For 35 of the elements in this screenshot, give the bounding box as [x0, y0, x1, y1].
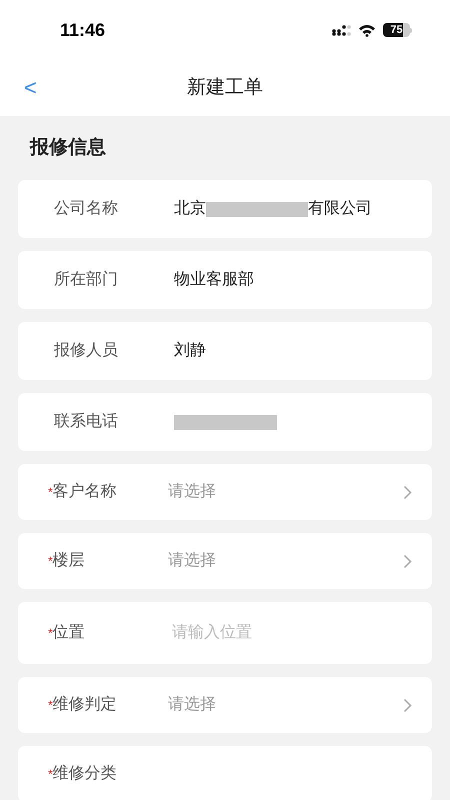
select-placeholder: 请选择 — [168, 694, 216, 715]
battery-level: 75 — [389, 23, 404, 37]
form-row[interactable]: *楼层 请选择 — [18, 533, 432, 589]
field-label: 联系电话 — [54, 412, 118, 432]
chevron-right-icon — [403, 484, 412, 500]
wifi-icon — [358, 24, 376, 36]
field-label: 所在部门 — [54, 270, 118, 290]
field-label: 公司名称 — [54, 199, 118, 219]
field-label: 维修判定 — [52, 694, 117, 715]
field-value: 刘静 — [174, 340, 206, 361]
field-value: 物业客服部 — [174, 270, 254, 290]
required-asterisk: * — [48, 699, 53, 711]
status-time: 11:46 — [60, 18, 106, 42]
required-asterisk: * — [48, 486, 53, 498]
form-row[interactable]: *客户名称 请选择 — [18, 464, 432, 520]
chevron-right-icon — [403, 698, 412, 712]
field-value: 北京 — [174, 198, 206, 219]
required-asterisk: * — [48, 768, 53, 780]
field-label: 楼层 — [52, 550, 85, 571]
page-title: 新建工单 — [187, 76, 263, 100]
field-value: 有限公司 — [308, 199, 372, 219]
field-label: 位置 — [52, 623, 85, 643]
field-label: 客户名称 — [52, 482, 117, 502]
field-label: 维修分类 — [52, 764, 117, 784]
select-placeholder: 请选择 — [168, 550, 216, 571]
select-placeholder: 请选择 — [168, 482, 216, 502]
location-input[interactable]: 请输入位置 — [168, 621, 412, 645]
required-asterisk: * — [48, 555, 53, 567]
field-label: 报修人员 — [54, 341, 118, 361]
chevron-right-icon — [403, 554, 412, 568]
signal-icon — [331, 24, 351, 36]
form-row[interactable]: *位置 请输入位置 — [18, 602, 432, 664]
section-title: 报修信息 — [30, 136, 106, 160]
required-asterisk: * — [48, 627, 53, 639]
form-row[interactable]: *维修判定 请选择 — [18, 677, 432, 733]
